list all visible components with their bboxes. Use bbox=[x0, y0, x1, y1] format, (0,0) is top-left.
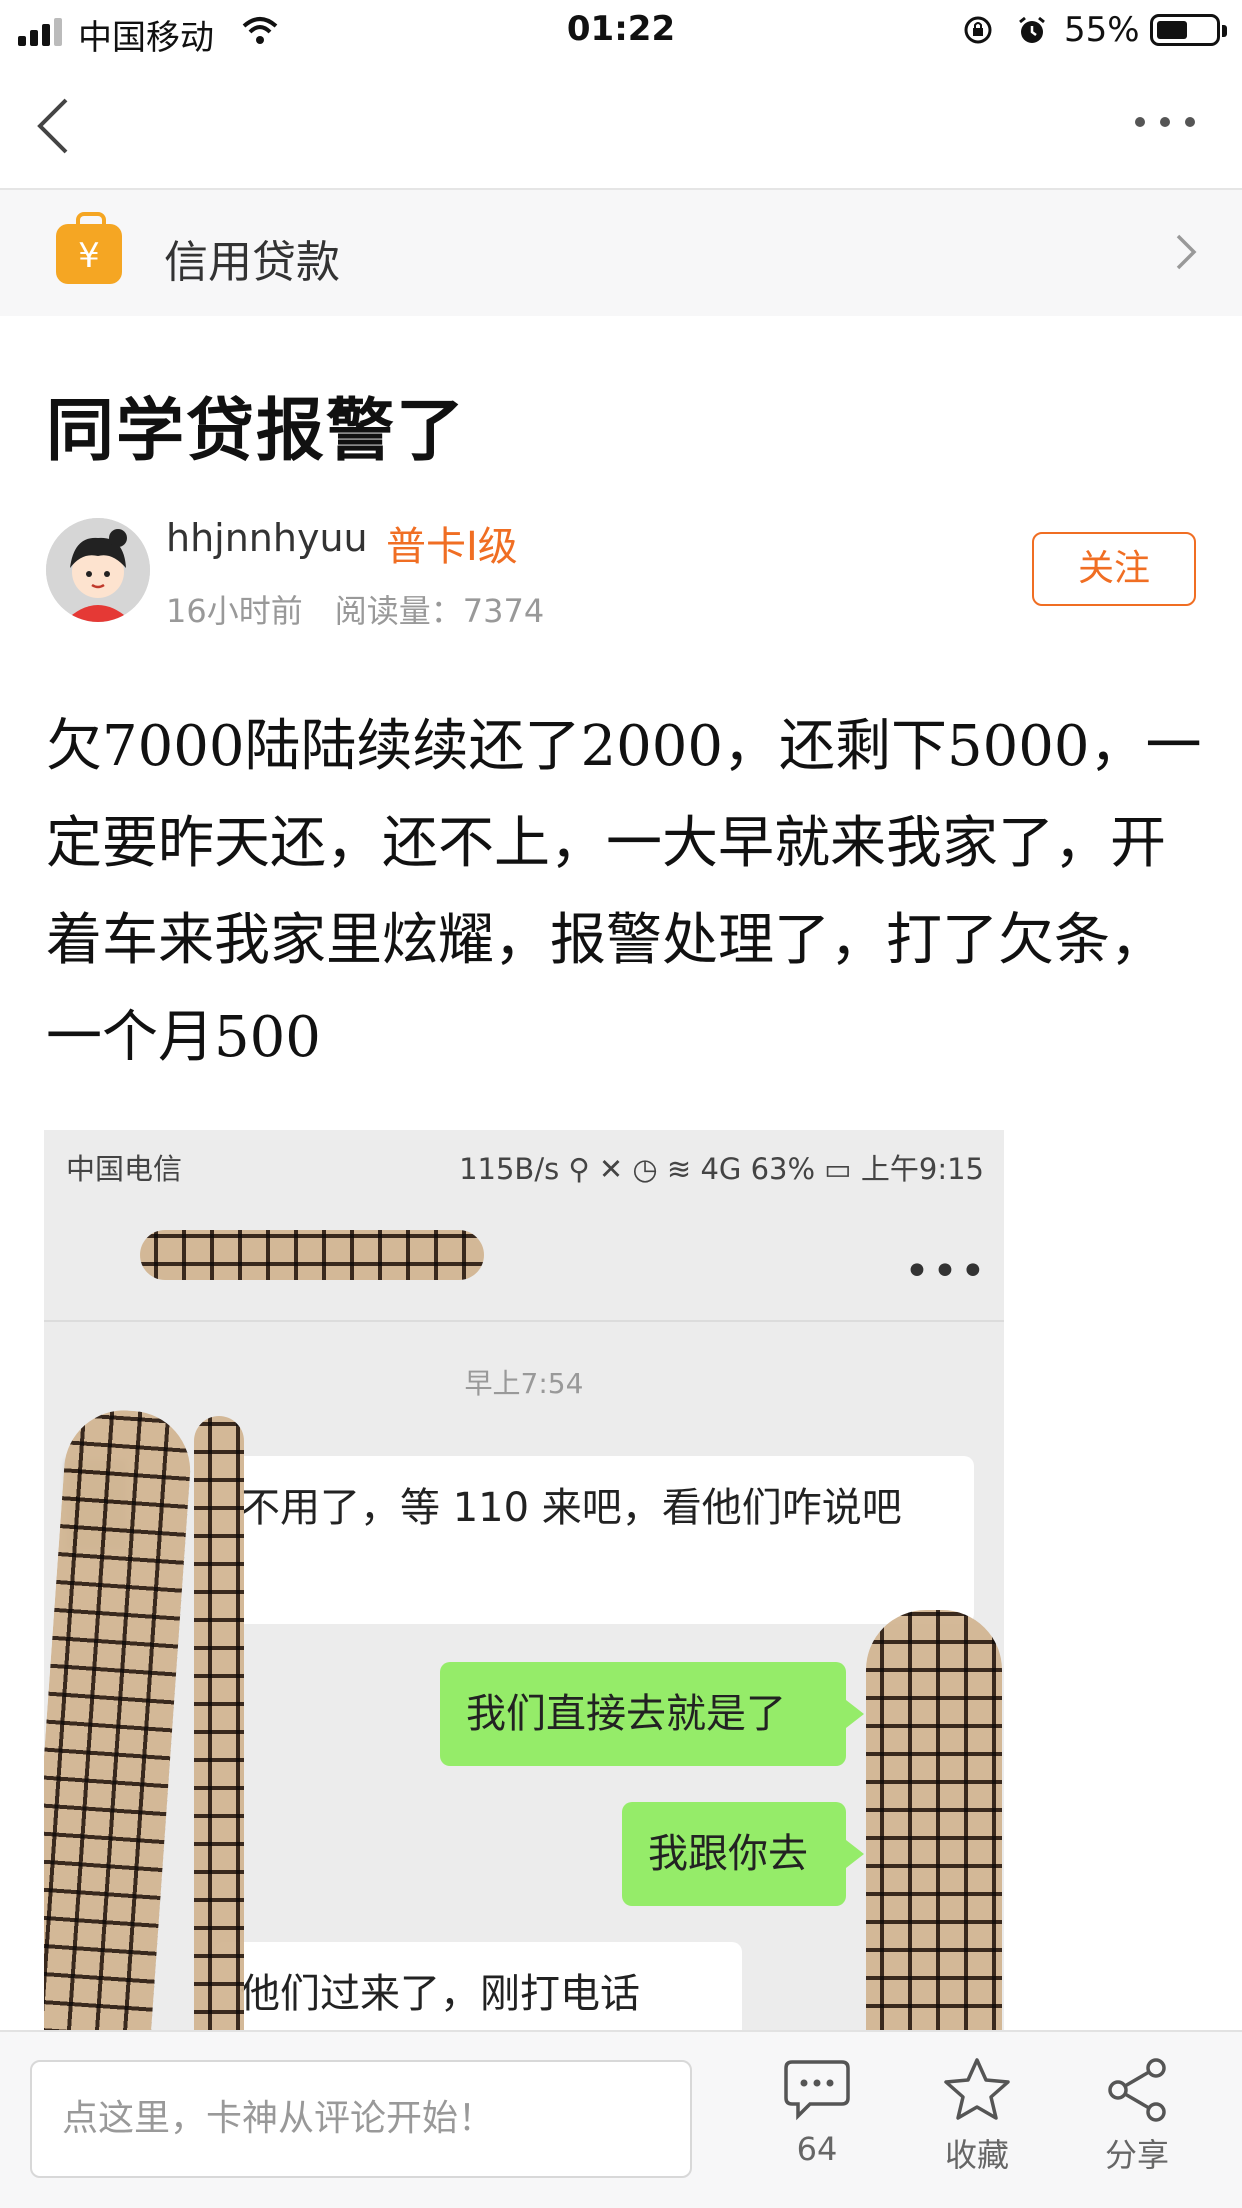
favorite-button[interactable]: 收藏 bbox=[902, 2056, 1052, 2176]
nav-bar bbox=[0, 62, 1242, 190]
chat-message-received: 不用了，等 110 来吧，看他们咋说吧 bbox=[214, 1456, 974, 1624]
rotation-lock-icon bbox=[964, 16, 992, 44]
chevron-right-icon bbox=[1176, 234, 1197, 270]
post-body: 欠7000陆陆续续还了2000，还剩下5000，一定要昨天还，还不上，一大早就来… bbox=[46, 714, 1202, 1070]
comments-button[interactable]: 64 bbox=[742, 2056, 892, 2168]
bottom-action-bar: 点这里，卡神从评论开始！ 64 收藏 分享 bbox=[0, 2030, 1242, 2208]
post-title: 同学贷报警了 bbox=[46, 392, 467, 471]
status-bar: 中国移动 01:22 55% bbox=[0, 0, 1242, 62]
category-label: 信用贷款 bbox=[164, 237, 340, 288]
battery-icon bbox=[1150, 14, 1227, 46]
more-options-icon[interactable] bbox=[1130, 102, 1200, 142]
chat-message-received: 他们过来了，刚打电话 bbox=[214, 1942, 742, 2030]
author-level-badge: 普卡I级 bbox=[386, 524, 518, 570]
read-count: 阅读量：7374 bbox=[334, 592, 545, 630]
mosaic-censor bbox=[44, 1406, 195, 2030]
image-more-icon: ••• bbox=[904, 1246, 988, 1297]
image-status-bar: 中国电信 115B/s ⚲ ✕ ◷ ≋ 4G 63% ▭ 上午9:15 bbox=[44, 1130, 1004, 1196]
chat-message-sent: 我跟你去 bbox=[622, 1802, 846, 1906]
post-meta: 16小时前 阅读量：7374 bbox=[166, 586, 544, 632]
star-icon bbox=[944, 2058, 1010, 2120]
follow-button[interactable]: 关注 bbox=[1032, 532, 1196, 606]
category-row[interactable]: ¥ 信用贷款 bbox=[0, 190, 1242, 316]
chat-message-sent: 我们直接去就是了 bbox=[440, 1662, 846, 1766]
avatar-illustration bbox=[46, 518, 150, 622]
comment-input[interactable]: 点这里，卡神从评论开始！ bbox=[30, 2060, 692, 2178]
wallet-yuan-icon: ¥ bbox=[56, 212, 122, 284]
favorite-label: 收藏 bbox=[944, 2136, 1009, 2174]
mosaic-censor bbox=[140, 1230, 484, 1280]
back-arrow-icon[interactable] bbox=[30, 96, 80, 156]
image-status-right: 115B/s ⚲ ✕ ◷ ≋ 4G 63% ▭ 上午9:15 bbox=[459, 1152, 984, 1186]
comments-count: 64 bbox=[796, 2130, 838, 2168]
status-time: 01:22 bbox=[566, 9, 676, 49]
mosaic-censor bbox=[866, 1610, 1002, 2030]
post-time: 16小时前 bbox=[166, 592, 303, 630]
alarm-icon bbox=[1019, 16, 1045, 43]
comment-bubble-icon bbox=[784, 2060, 850, 2121]
mosaic-censor bbox=[194, 1416, 244, 2030]
share-icon bbox=[1108, 2058, 1166, 2122]
avatar[interactable] bbox=[46, 518, 150, 622]
share-label: 分享 bbox=[1104, 2136, 1169, 2174]
share-button[interactable]: 分享 bbox=[1062, 2056, 1212, 2176]
image-carrier: 中国电信 bbox=[66, 1152, 183, 1186]
author-name[interactable]: hhjnnhyuu bbox=[166, 516, 368, 560]
bubble-tail bbox=[846, 1700, 864, 1728]
post-image[interactable]: 中国电信 115B/s ⚲ ✕ ◷ ≋ 4G 63% ▭ 上午9:15 ••• … bbox=[44, 1130, 1004, 2030]
bubble-tail bbox=[846, 1840, 864, 1868]
battery-percent: 55% bbox=[1064, 10, 1140, 50]
image-chat-time: 早上7:54 bbox=[464, 1367, 584, 1400]
